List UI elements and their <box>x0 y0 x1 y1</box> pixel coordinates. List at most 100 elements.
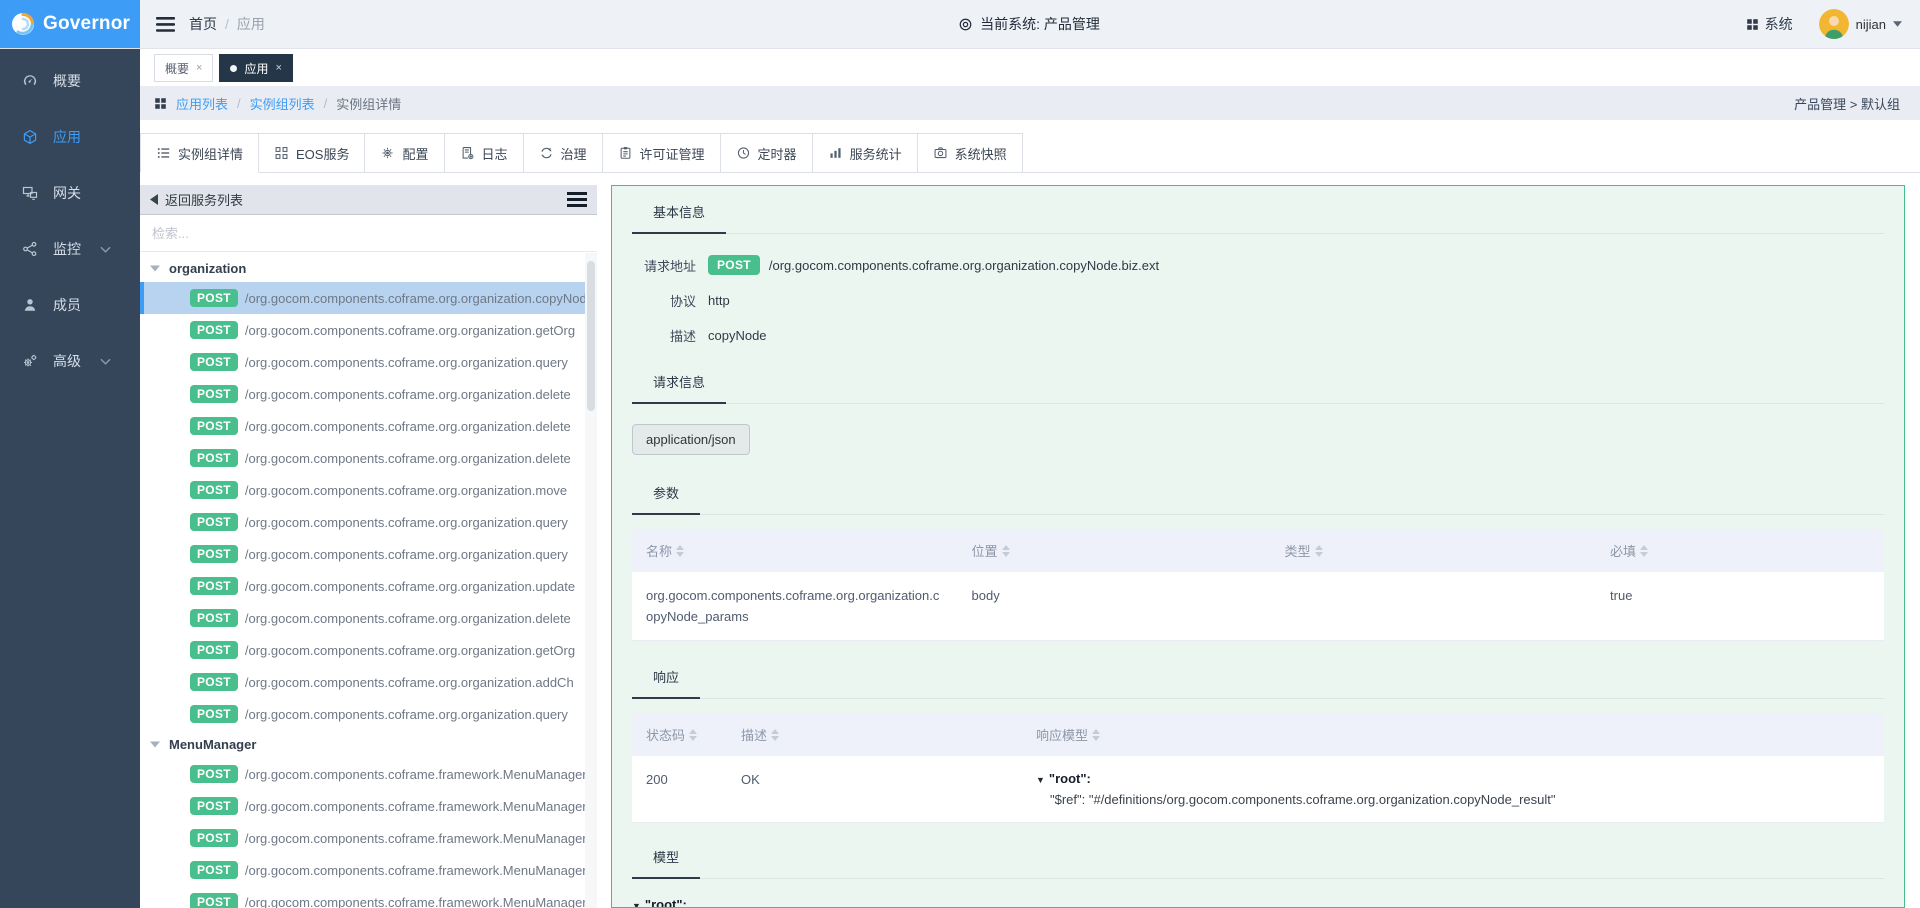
column-header[interactable]: 状态码 <box>632 713 727 756</box>
toolbar-tab-8[interactable]: 服务统计 <box>813 133 918 173</box>
column-header[interactable]: 类型 <box>1271 529 1597 572</box>
breadcrumb-home[interactable]: 首页 <box>189 14 217 34</box>
service-path: /org.gocom.components.coframe.org.organi… <box>245 515 585 530</box>
toolbar-tab-7[interactable]: 定时器 <box>721 133 813 173</box>
toolbar-tab-2[interactable]: EOS服务 <box>259 133 365 173</box>
column-header[interactable]: 描述 <box>727 713 1022 756</box>
toolbar-tab-3[interactable]: 配置 <box>365 133 444 173</box>
service-list-scrollbar[interactable] <box>585 253 597 908</box>
close-icon[interactable]: × <box>196 62 202 74</box>
column-header[interactable]: 响应模型 <box>1022 713 1884 756</box>
method-badge: POST <box>190 289 238 307</box>
chevron-down-icon <box>100 246 111 253</box>
service-item[interactable]: POST/org.gocom.components.coframe.org.or… <box>140 666 585 698</box>
search-input[interactable] <box>140 215 597 251</box>
service-item[interactable]: POST/org.gocom.components.coframe.org.or… <box>140 346 585 378</box>
eos-icon <box>274 146 289 160</box>
top-bar-right: 系统 nijian <box>1100 0 1920 48</box>
model-ref-line: "$ref": "#/definitions/org.gocom.compone… <box>1036 790 1870 809</box>
panel-menu-icon[interactable] <box>567 192 587 207</box>
basic-info-tab[interactable]: 基本信息 <box>632 202 726 234</box>
method-badge: POST <box>190 385 238 403</box>
service-group-header[interactable]: organization <box>140 254 585 282</box>
service-item[interactable]: POST/org.gocom.components.coframe.org.or… <box>140 410 585 442</box>
sort-icon[interactable] <box>689 729 697 741</box>
sidebar-item-6[interactable]: 高级 <box>0 333 140 389</box>
breadcrumb-link-1[interactable]: 应用列表 <box>176 94 228 113</box>
back-arrow-icon <box>150 194 158 205</box>
service-item[interactable]: POST/org.gocom.components.coframe.org.or… <box>140 378 585 410</box>
params-tab[interactable]: 参数 <box>632 483 700 515</box>
content-type-button[interactable]: application/json <box>632 424 750 455</box>
toolbar-tab-5[interactable]: 治理 <box>524 133 603 173</box>
page-tab-strip: 概要×应用× <box>140 49 1920 86</box>
service-item[interactable]: POST/org.gocom.components.coframe.org.or… <box>140 570 585 602</box>
sort-icon[interactable] <box>676 545 684 557</box>
scrollbar-thumb[interactable] <box>587 261 595 411</box>
service-path: /org.gocom.components.coframe.framework.… <box>245 831 585 846</box>
back-to-service-list[interactable]: 返回服务列表 <box>150 190 243 209</box>
sort-icon[interactable] <box>1315 545 1323 557</box>
service-item[interactable]: POST/org.gocom.components.coframe.framew… <box>140 758 585 790</box>
current-system: 当前系统: 产品管理 <box>958 0 1100 48</box>
sort-icon[interactable] <box>1002 545 1010 557</box>
service-item[interactable]: POST/org.gocom.components.coframe.framew… <box>140 854 585 886</box>
toolbar-tab-label: 系统快照 <box>955 144 1007 163</box>
sidebar-item-label: 概要 <box>53 71 81 91</box>
column-header[interactable]: 名称 <box>632 529 958 572</box>
grid-icon <box>1746 18 1759 31</box>
response-tab[interactable]: 响应 <box>632 667 700 699</box>
app-logo[interactable]: Governor <box>0 0 140 48</box>
column-header-inner: 响应模型 <box>1036 725 1100 744</box>
sort-icon[interactable] <box>771 729 779 741</box>
request-info-tab[interactable]: 请求信息 <box>632 372 726 404</box>
sort-icon[interactable] <box>1092 729 1100 741</box>
toolbar-tab-label: 许可证管理 <box>640 144 705 163</box>
service-item[interactable]: POST/org.gocom.components.coframe.framew… <box>140 822 585 854</box>
page-tab-1[interactable]: 概要× <box>154 54 213 82</box>
breadcrumb-link-2[interactable]: 实例组列表 <box>250 94 315 113</box>
service-item[interactable]: POST/org.gocom.components.coframe.org.or… <box>140 474 585 506</box>
service-item[interactable]: POST/org.gocom.components.coframe.org.or… <box>140 698 585 730</box>
hamburger-icon[interactable] <box>156 17 175 32</box>
sidebar-item-5[interactable]: 成员 <box>0 277 140 333</box>
service-item[interactable]: POST/org.gocom.components.coframe.org.or… <box>140 506 585 538</box>
collapse-arrow-icon[interactable]: ▼ <box>632 897 641 908</box>
column-header[interactable]: 位置 <box>958 529 1271 572</box>
close-icon[interactable]: × <box>275 62 281 74</box>
service-item[interactable]: POST/org.gocom.components.coframe.org.or… <box>140 442 585 474</box>
collapse-arrow-icon[interactable]: ▼ <box>1036 771 1045 790</box>
user-menu[interactable]: nijian <box>1819 9 1902 39</box>
service-group-header[interactable]: MenuManager <box>140 730 585 758</box>
service-item[interactable]: POST/org.gocom.components.coframe.framew… <box>140 790 585 822</box>
page-tab-2[interactable]: 应用× <box>219 54 292 82</box>
column-header[interactable]: 必填 <box>1596 529 1884 572</box>
model-tree-line[interactable]: ▼"root": <box>632 895 1884 908</box>
sidebar-item-label: 应用 <box>53 127 81 147</box>
service-item[interactable]: POST/org.gocom.components.coframe.org.or… <box>140 602 585 634</box>
toolbar-tab-6[interactable]: 许可证管理 <box>603 133 721 173</box>
service-item[interactable]: POST/org.gocom.components.coframe.framew… <box>140 886 585 908</box>
system-menu[interactable]: 系统 <box>1746 14 1793 34</box>
service-item[interactable]: POST/org.gocom.components.coframe.org.or… <box>140 634 585 666</box>
section-request-info: 请求信息 <box>632 372 1884 404</box>
model-root-key: "root": <box>1049 769 1091 788</box>
sidebar-item-2[interactable]: 应用 <box>0 109 140 165</box>
sidebar-item-1[interactable]: 概要 <box>0 53 140 109</box>
service-item[interactable]: POST/org.gocom.components.coframe.org.or… <box>140 538 585 570</box>
service-item[interactable]: POST/org.gocom.components.coframe.org.or… <box>140 314 585 346</box>
model-tab[interactable]: 模型 <box>632 847 700 879</box>
top-bar: Governor 首页 / 应用 当前系统: 产品管理 系统 <box>0 0 1920 49</box>
service-path: /org.gocom.components.coframe.org.organi… <box>245 483 585 498</box>
content-row: 返回服务列表 organizationPOST/org.gocom.compon… <box>140 185 1920 908</box>
breadcrumb-current: 应用 <box>237 14 265 34</box>
model-root-line[interactable]: ▼"root": <box>1036 769 1870 790</box>
sidebar-item-4[interactable]: 监控 <box>0 221 140 277</box>
toolbar-tab-9[interactable]: 系统快照 <box>918 133 1023 173</box>
service-item[interactable]: POST/org.gocom.components.coframe.org.or… <box>140 282 585 314</box>
sidebar-item-3[interactable]: 网关 <box>0 165 140 221</box>
toolbar-tab-4[interactable]: 日志 <box>445 133 524 173</box>
toolbar-tab-1[interactable]: 实例组详情 <box>140 133 259 173</box>
sort-icon[interactable] <box>1640 545 1648 557</box>
governance-icon <box>539 146 554 160</box>
